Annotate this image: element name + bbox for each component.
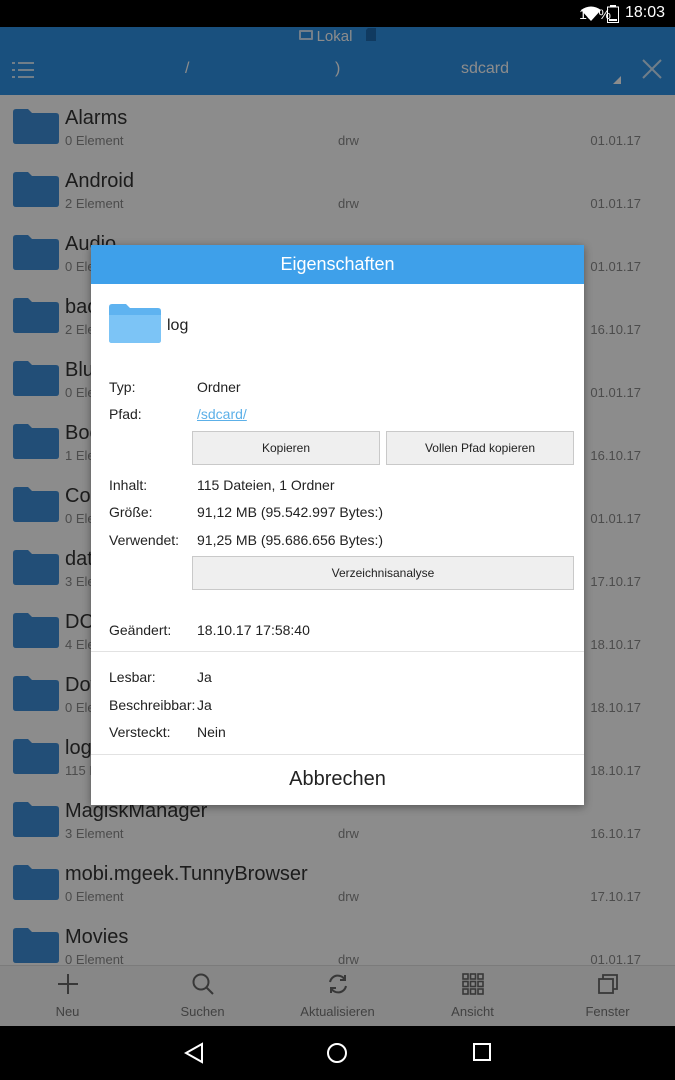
battery-percent: 13 % xyxy=(579,6,611,22)
readable-label: Lesbar: xyxy=(109,669,156,685)
content-value: 115 Dateien, 1 Ordner xyxy=(197,477,335,493)
path-link[interactable]: /sdcard/ xyxy=(197,406,247,422)
content-label: Inhalt: xyxy=(109,477,148,493)
path-label: Pfad: xyxy=(109,406,142,422)
hidden-label: Versteckt: xyxy=(109,724,171,740)
folder-icon xyxy=(109,303,161,348)
properties-dialog: Eigenschaften log Typ: Ordner Pfad: /sdc… xyxy=(91,245,584,805)
copy-button[interactable]: Kopieren xyxy=(192,431,380,465)
cancel-button[interactable]: Abbrechen xyxy=(91,755,584,805)
size-label: Größe: xyxy=(109,504,153,520)
used-value: 91,25 MB (95.686.656 Bytes:) xyxy=(197,532,383,548)
home-icon[interactable] xyxy=(326,1042,348,1069)
directory-analysis-button[interactable]: Verzeichnisanalyse xyxy=(192,556,574,590)
status-bar: 13 % 18:03 xyxy=(0,0,675,27)
copy-full-path-button[interactable]: Vollen Pfad kopieren xyxy=(386,431,574,465)
dialog-title: Eigenschaften xyxy=(91,245,584,284)
type-value: Ordner xyxy=(197,379,241,395)
modified-value: 18.10.17 17:58:40 xyxy=(197,622,310,638)
readable-value: Ja xyxy=(197,669,212,685)
type-label: Typ: xyxy=(109,379,136,395)
writable-value: Ja xyxy=(197,697,212,713)
hidden-value: Nein xyxy=(197,724,226,740)
writable-label: Beschreibbar: xyxy=(109,697,196,713)
system-nav-bar xyxy=(0,1026,675,1080)
clock: 18:03 xyxy=(624,4,665,21)
modified-label: Geändert: xyxy=(109,622,172,638)
recents-icon[interactable] xyxy=(472,1042,492,1067)
back-icon[interactable] xyxy=(183,1042,204,1069)
size-value: 91,12 MB (95.542.997 Bytes:) xyxy=(197,504,383,520)
divider xyxy=(91,651,584,652)
dialog-filename: log xyxy=(167,316,189,334)
dialog-file-header: log xyxy=(109,303,188,348)
used-label: Verwendet: xyxy=(109,532,180,548)
